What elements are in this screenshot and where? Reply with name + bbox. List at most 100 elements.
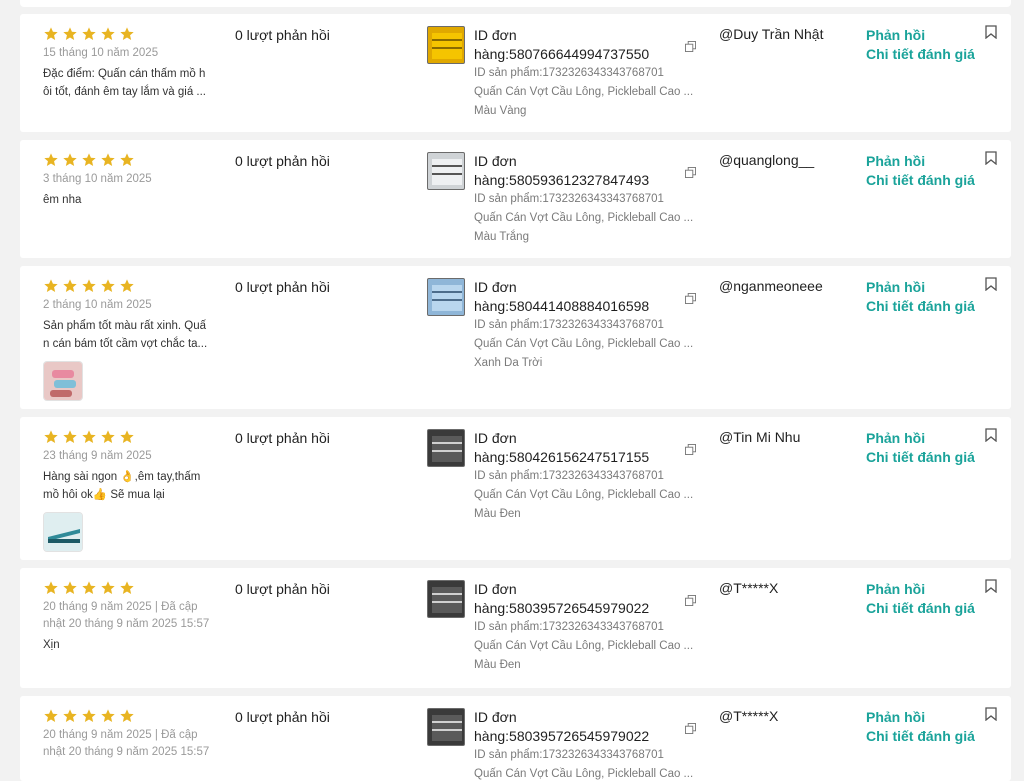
review-details-link[interactable]: Chi tiết đánh giá (866, 448, 975, 467)
reply-button[interactable]: Phản hồi (866, 580, 975, 599)
review-column: 3 tháng 10 năm 2025 êm nha (43, 152, 215, 209)
review-photo[interactable] (43, 512, 83, 552)
reply-count: 0 lượt phản hồi (235, 709, 330, 725)
photo-icon (44, 513, 82, 551)
reviewer-username[interactable]: @quanglong__ (719, 152, 814, 168)
product-name[interactable]: Quấn Cán Vợt Cầu Lông, Pickleball Cao ..… (474, 765, 694, 781)
star-icon (63, 581, 77, 594)
star-icon (63, 709, 77, 722)
copy-icon[interactable] (685, 444, 696, 455)
copy-icon[interactable] (685, 167, 696, 178)
review-details-link[interactable]: Chi tiết đánh giá (866, 297, 975, 316)
review-date: 2 tháng 10 năm 2025 (43, 299, 152, 311)
order-id: hàng:580426156247517155 (474, 449, 650, 465)
review-card: 2 tháng 10 năm 2025 Sản phẩm tốt màu rất… (20, 266, 1011, 409)
reply-button[interactable]: Phản hồi (866, 152, 975, 171)
star-rating (43, 26, 215, 42)
copy-icon[interactable] (685, 293, 696, 304)
star-icon (120, 581, 134, 594)
review-card: 3 tháng 10 năm 2025 êm nha 0 lượt phản h… (20, 140, 1011, 258)
reviewer-username[interactable]: @T*****X (719, 580, 778, 596)
bookmark-icon[interactable] (985, 707, 997, 721)
previous-card-edge (20, 0, 1011, 7)
review-date: 23 tháng 9 năm 2025 (43, 450, 152, 462)
review-details-link[interactable]: Chi tiết đánh giá (866, 45, 975, 64)
product-name[interactable]: Quấn Cán Vợt Cầu Lông, Pickleball Cao ..… (474, 335, 694, 354)
product-name[interactable]: Quấn Cán Vợt Cầu Lông, Pickleball Cao ..… (474, 209, 694, 228)
bookmark-icon[interactable] (985, 151, 997, 165)
product-id: ID sản phẩm:1732326343343768701 (474, 749, 664, 761)
star-icon (82, 430, 96, 443)
star-icon (101, 27, 115, 40)
order-info: ID đơn hàng:580441408884016598 ID sản ph… (474, 278, 699, 373)
order-info: ID đơn hàng:580766644994737550 ID sản ph… (474, 26, 699, 121)
bookmark-icon[interactable] (985, 25, 997, 39)
star-icon (82, 279, 96, 292)
review-actions: Phản hồi Chi tiết đánh giá (866, 278, 975, 316)
review-details-link[interactable]: Chi tiết đánh giá (866, 171, 975, 190)
review-photo[interactable] (43, 361, 83, 401)
product-thumbnail[interactable] (427, 278, 465, 316)
bookmark-icon[interactable] (985, 579, 997, 593)
product-name[interactable]: Quấn Cán Vợt Cầu Lông, Pickleball Cao ..… (474, 637, 694, 656)
copy-icon[interactable] (685, 41, 696, 52)
product-name[interactable]: Quấn Cán Vợt Cầu Lông, Pickleball Cao ..… (474, 83, 694, 102)
product-id: ID sản phẩm:1732326343343768701 (474, 319, 664, 331)
review-card: 23 tháng 9 năm 2025 Hàng sài ngon 👌,êm t… (20, 417, 1011, 560)
product-thumbnail[interactable] (427, 152, 465, 190)
review-column: 2 tháng 10 năm 2025 Sản phẩm tốt màu rất… (43, 278, 215, 401)
reply-count: 0 lượt phản hồi (235, 279, 330, 295)
star-rating (43, 429, 215, 445)
review-details-link[interactable]: Chi tiết đánh giá (866, 727, 975, 746)
order-id: hàng:580593612327847493 (474, 172, 650, 188)
reply-count: 0 lượt phản hồi (235, 581, 330, 597)
copy-icon[interactable] (685, 723, 696, 734)
reply-count: 0 lượt phản hồi (235, 27, 330, 43)
reviewer-username[interactable]: @Tin Mi Nhu (719, 429, 800, 445)
order-id-label: ID đơn (474, 430, 517, 446)
reply-button[interactable]: Phản hồi (866, 278, 975, 297)
product-id: ID sản phẩm:1732326343343768701 (474, 193, 664, 205)
order-id-label: ID đơn (474, 709, 517, 725)
reviewer-username[interactable]: @Duy Trần Nhật (719, 26, 823, 42)
review-actions: Phản hồi Chi tiết đánh giá (866, 152, 975, 190)
star-rating (43, 580, 215, 596)
review-card: 15 tháng 10 năm 2025 Đặc điểm: Quấn cán … (20, 14, 1011, 132)
review-date: 3 tháng 10 năm 2025 (43, 173, 152, 185)
reply-count: 0 lượt phản hồi (235, 430, 330, 446)
review-actions: Phản hồi Chi tiết đánh giá (866, 708, 975, 746)
review-details-link[interactable]: Chi tiết đánh giá (866, 599, 975, 618)
photo-icon (44, 362, 82, 400)
review-comment: Đặc điểm: Quấn cán thấm mồ h ôi tốt, đán… (43, 68, 206, 98)
star-icon (44, 709, 58, 722)
order-id: hàng:580441408884016598 (474, 298, 650, 314)
product-image-icon (432, 436, 462, 462)
reply-button[interactable]: Phản hồi (866, 429, 975, 448)
order-info: ID đơn hàng:580426156247517155 ID sản ph… (474, 429, 699, 524)
star-icon (101, 153, 115, 166)
product-id: ID sản phẩm:1732326343343768701 (474, 470, 664, 482)
product-thumbnail[interactable] (427, 429, 465, 467)
bookmark-icon[interactable] (985, 277, 997, 291)
star-icon (63, 279, 77, 292)
product-image-icon (432, 159, 462, 185)
review-comment: êm nha (43, 194, 82, 206)
product-variant: Màu Trắng (474, 231, 529, 243)
reply-button[interactable]: Phản hồi (866, 26, 975, 45)
product-image-icon (432, 587, 462, 613)
product-variant: Màu Vàng (474, 105, 527, 117)
product-thumbnail[interactable] (427, 580, 465, 618)
product-thumbnail[interactable] (427, 708, 465, 746)
product-name[interactable]: Quấn Cán Vợt Cầu Lông, Pickleball Cao ..… (474, 486, 694, 505)
review-comment: Xịn (43, 639, 60, 651)
reply-button[interactable]: Phản hồi (866, 708, 975, 727)
order-info: ID đơn hàng:580593612327847493 ID sản ph… (474, 152, 699, 247)
product-id: ID sản phẩm:1732326343343768701 (474, 67, 664, 79)
reviewer-username[interactable]: @T*****X (719, 708, 778, 724)
copy-icon[interactable] (685, 595, 696, 606)
bookmark-icon[interactable] (985, 428, 997, 442)
review-column: 20 tháng 9 năm 2025 | Đã cập nhật 20 thá… (43, 580, 215, 654)
product-thumbnail[interactable] (427, 26, 465, 64)
star-icon (63, 153, 77, 166)
reviewer-username[interactable]: @nganmeoneee (719, 278, 823, 294)
